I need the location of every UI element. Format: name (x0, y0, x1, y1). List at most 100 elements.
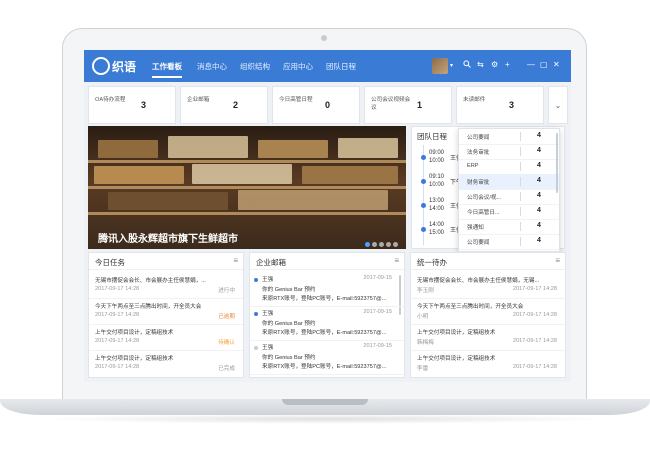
nav-tab-apps[interactable]: 应用中心 (283, 61, 313, 72)
divider (520, 177, 521, 186)
mail-item[interactable]: 王强 2017-09-15 你的 Genius Bar 预约 来原RTX账号，登… (250, 307, 404, 341)
dropdown-item[interactable]: ERP 4 (459, 159, 559, 175)
banner-caption: 腾讯入股永辉超市旗下生鲜超市 (98, 234, 238, 245)
menu-icon[interactable]: ≡ (233, 256, 238, 265)
menu-icon[interactable]: ≡ (555, 256, 560, 265)
dropdown-item-label: 财务审批 (467, 180, 490, 186)
mail-date: 2017-09-15 (363, 377, 392, 378)
banner-shelf (88, 160, 406, 163)
news-banner[interactable]: 腾讯入股永辉超市旗下生鲜超市 (88, 126, 406, 249)
carousel-dot[interactable] (393, 242, 398, 247)
task-status: 已完成 (218, 366, 235, 372)
task-date: 2017-09-17 14:28 (95, 312, 140, 318)
dropdown-scrollbar[interactable] (556, 133, 558, 193)
stat-label: 未读邮件 (463, 97, 486, 103)
todo-item[interactable]: 无锡市摆促会会长、市会展办主任侯慧娟，无锡... 李玉刚 2017-09-17 … (411, 273, 565, 299)
carousel-dot[interactable] (365, 242, 370, 247)
close-icon[interactable]: ✕ (553, 60, 560, 69)
panel-title: 今日任务 (95, 258, 125, 267)
mail-subject: 你的 Genius Bar 预约 (262, 287, 316, 293)
stat-label: 公司会议视频会议 (371, 97, 411, 111)
dropdown-item-count: 4 (537, 222, 541, 229)
stat-oa-pending[interactable]: OA待办流程 3 (88, 86, 176, 124)
dropdown-item-label: 公司会议/视... (467, 195, 502, 201)
dropdown-item-label: 公司要闻 (467, 240, 490, 246)
task-status: 进行中 (218, 288, 235, 294)
task-text: 上午交付项目设计，定稿组技术 (95, 330, 174, 336)
dropdown-item[interactable]: 公司要闻 4 (459, 129, 559, 145)
minimize-icon[interactable]: — (527, 60, 535, 69)
divider (520, 162, 521, 171)
todo-text: 上午交付项目设计，定稿组技术 (417, 356, 496, 362)
stat-enterprise-mail[interactable]: 企业邮箱 2 (180, 86, 268, 124)
stat-unread-mail[interactable]: 未读邮件 3 (456, 86, 544, 124)
task-item[interactable]: 上午交付项目设计，定稿组技术 2017-09-17 14:28 待确认 (89, 325, 243, 351)
dropdown-item[interactable]: 公司会议/视... 4 (459, 189, 559, 205)
dropdown-item-count: 4 (537, 177, 541, 184)
carousel-dot[interactable] (372, 242, 377, 247)
stats-expand-chevron-icon[interactable]: ⌄ (548, 86, 568, 124)
todo-item[interactable]: 上午交付项目设计，定稿组技术 韩梅梅 2017-09-17 14:28 (411, 325, 565, 351)
schedule-time: 14:00 15:00 (429, 222, 445, 236)
task-item[interactable]: 无锡市摆促会会长、市会展办主任侯慧娟，... 2017-09-17 14:28 … (89, 273, 243, 299)
mail-sender: 王强 (262, 277, 274, 283)
banner-goods (302, 166, 398, 184)
nav-tab-organization[interactable]: 组织结构 (240, 61, 270, 72)
panel-title: 统一待办 (417, 258, 447, 267)
todo-person: 李玉刚 (417, 288, 434, 294)
mail-item[interactable]: 王强 2017-09-15 (250, 375, 404, 378)
divider (520, 147, 521, 156)
dropdown-item[interactable]: 法务审批 4 (459, 144, 559, 160)
chevron-down-icon[interactable]: ▾ (450, 62, 453, 69)
carousel-dot[interactable] (386, 242, 391, 247)
maximize-icon[interactable]: ▢ (540, 60, 548, 69)
refresh-icon[interactable]: ⇆ (477, 60, 484, 69)
dropdown-item-label: 法务审批 (467, 150, 490, 156)
banner-goods (94, 166, 184, 184)
nav-tab-dashboard[interactable]: 工作看板 (152, 61, 182, 78)
timeline-dot (421, 155, 426, 160)
dropdown-item[interactable]: 公司要闻 4 (459, 234, 559, 250)
stat-value: 0 (325, 100, 331, 110)
app-screen: 织语 工作看板 消息中心 组织结构 应用中心 团队日程 ▾ ⇆ ⚙ + — ▢ … (84, 50, 571, 382)
plus-icon[interactable]: + (505, 60, 510, 69)
banner-goods (108, 192, 228, 210)
unified-todo-panel: 统一待办 ≡ 无锡市摆促会会长、市会展办主任侯慧娟，无锡... 李玉刚 2017… (410, 252, 566, 378)
schedule-time: 13:00 14:00 (429, 198, 445, 212)
todo-date: 2017-09-17 14:28 (512, 364, 557, 370)
nav-tab-team-schedule[interactable]: 团队日程 (326, 61, 356, 72)
mail-item[interactable]: 王强 2017-09-15 你的 Genius Bar 预约 来原RTX账号，登… (250, 341, 404, 375)
mail-preview: 来原RTX账号，登陆PC账号，E-mail:5923757@... (262, 364, 387, 370)
stat-meetings[interactable]: 公司会议视频会议 1 (364, 86, 452, 124)
stat-label: 企业邮箱 (187, 97, 210, 103)
dropdown-item[interactable]: 今日高管日... 4 (459, 204, 559, 220)
nav-tab-messages[interactable]: 消息中心 (197, 61, 227, 72)
dropdown-item-selected[interactable]: 财务审批 4 (459, 174, 559, 190)
search-icon[interactable] (463, 60, 471, 70)
divider (411, 269, 565, 270)
dropdown-item[interactable]: 强通知 4 (459, 219, 559, 235)
task-item[interactable]: 上午交付项目设计，定稿组技术 2017-09-17 14:28 已完成 (89, 351, 243, 377)
carousel-dot[interactable] (379, 242, 384, 247)
schedule-time: 09:00 10:00 (429, 150, 445, 164)
todo-person: 韩梅梅 (417, 340, 434, 346)
todo-date: 2017-09-17 14:28 (512, 286, 557, 292)
mail-item[interactable]: 王强 2017-09-15 你的 Genius Bar 预约 来原RTX账号，登… (250, 273, 404, 307)
category-dropdown: 公司要闻 4 法务审批 4 ERP 4 财务审批 4 公司会议/视... 4 今… (458, 128, 560, 252)
task-item[interactable]: 今天下午两点至三点腾出时间，开全员大会 2017-09-17 14:28 已逾期 (89, 299, 243, 325)
dropdown-item-count: 4 (537, 147, 541, 154)
mail-preview: 来原RTX账号，登陆PC账号，E-mail:5923757@... (262, 330, 387, 336)
banner-goods (258, 140, 328, 158)
stat-executive-schedule[interactable]: 今日高管日程 0 (272, 86, 360, 124)
settings-icon[interactable]: ⚙ (491, 60, 498, 69)
task-date: 2017-09-17 14:28 (95, 338, 140, 344)
divider (520, 192, 521, 201)
todo-item[interactable]: 今天下午两点至三点腾出时间，开全员大会 小明 2017-09-17 14:28 (411, 299, 565, 325)
dropdown-item-count: 4 (537, 192, 541, 199)
avatar[interactable] (432, 58, 448, 74)
mail-sender: 王强 (262, 377, 273, 378)
todo-person: 李雷 (417, 366, 429, 372)
menu-icon[interactable]: ≡ (394, 256, 399, 265)
todo-item[interactable]: 上午交付项目设计，定稿组技术 李雷 2017-09-17 14:28 (411, 351, 565, 377)
banner-shelf (88, 186, 406, 189)
